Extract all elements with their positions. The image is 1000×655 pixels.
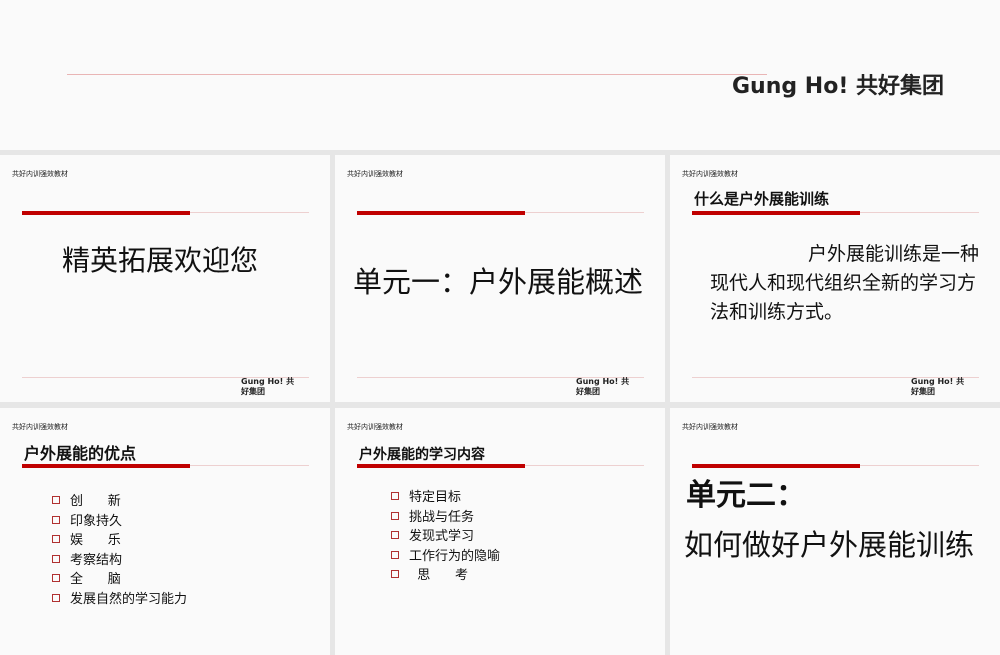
- list-item: 考察结构: [52, 551, 187, 571]
- slide-subtitle: 如何做好户外展能训练: [684, 528, 975, 562]
- slide-footer: Gung Ho! 共好集团: [911, 377, 965, 396]
- slide-thumbnail-5[interactable]: 共好内训强效教材 户外展能的学习内容 特定目标 挑战与任务 发现式学习 工作行为…: [335, 408, 665, 655]
- list-item: 创 新: [52, 492, 187, 512]
- list-item: 娱 乐: [52, 531, 187, 551]
- list-item: 挑战与任务: [391, 508, 500, 528]
- red-bar: [692, 464, 860, 468]
- bullet-list: 创 新 印象持久 娱 乐 考察结构 全 脑 发展自然的学习能力: [52, 492, 187, 609]
- slide-thumbnail-6[interactable]: 共好内训强效教材 单元二： 如何做好户外展能训练: [670, 408, 1000, 655]
- slide-header: 共好内训强效教材: [682, 423, 738, 431]
- slide-heading: 户外展能的学习内容: [359, 447, 485, 463]
- slide-footer: Gung Ho! 共好集团: [576, 377, 630, 396]
- slide-thumbnail-2[interactable]: 共好内训强效教材 单元一：户外展能概述 Gung Ho! 共好集团: [335, 155, 665, 402]
- bullet-list: 特定目标 挑战与任务 发现式学习 工作行为的隐喻 思 考: [391, 488, 500, 586]
- slide-body: 户外展能训练是一种现代人和现代组织全新的学习方法和训练方式。: [710, 243, 980, 323]
- red-bar: [692, 211, 860, 215]
- slide-header: 共好内训强效教材: [682, 170, 738, 178]
- list-item: 思 考: [391, 566, 500, 586]
- slide-header: 共好内训强效教材: [347, 170, 403, 178]
- slide-thumbnail-3[interactable]: 共好内训强效教材 什么是户外展能训练 户外展能训练是一种现代人和现代组织全新的学…: [670, 155, 1000, 402]
- slide-thumbnail-4[interactable]: 共好内训强效教材 户外展能的优点 创 新 印象持久 娱 乐 考察结构 全 脑 发…: [0, 408, 330, 655]
- list-item: 发现式学习: [391, 527, 500, 547]
- red-bar: [22, 464, 190, 468]
- list-item: 发展自然的学习能力: [52, 590, 187, 610]
- slide-thumbnail-1[interactable]: 共好内训强效教材 精英拓展欢迎您 Gung Ho! 共好集团: [0, 155, 330, 402]
- slide-heading: 什么是户外展能训练: [694, 190, 830, 208]
- divider: [67, 74, 767, 75]
- red-bar: [357, 211, 525, 215]
- red-bar: [357, 464, 525, 468]
- list-item: 工作行为的隐喻: [391, 547, 500, 567]
- list-item: 全 脑: [52, 570, 187, 590]
- list-item: 特定目标: [391, 488, 500, 508]
- slide-header: 共好内训强效教材: [12, 423, 68, 431]
- slide-header: 共好内训强效教材: [347, 423, 403, 431]
- slide-title: 单元二：: [686, 478, 806, 513]
- slide-footer: Gung Ho! 共好集团: [241, 377, 295, 396]
- slide-heading: 户外展能的优点: [24, 444, 137, 463]
- red-bar: [22, 211, 190, 215]
- list-item: 印象持久: [52, 512, 187, 532]
- slide-header: 共好内训强效教材: [12, 170, 68, 178]
- slide-title: 精英拓展欢迎您: [62, 244, 259, 277]
- slide-partial-top[interactable]: Gung Ho! 共好集团: [0, 0, 1000, 150]
- slide-title: 单元一：户外展能概述: [353, 265, 644, 299]
- brand-text: Gung Ho! 共好集团: [732, 74, 945, 99]
